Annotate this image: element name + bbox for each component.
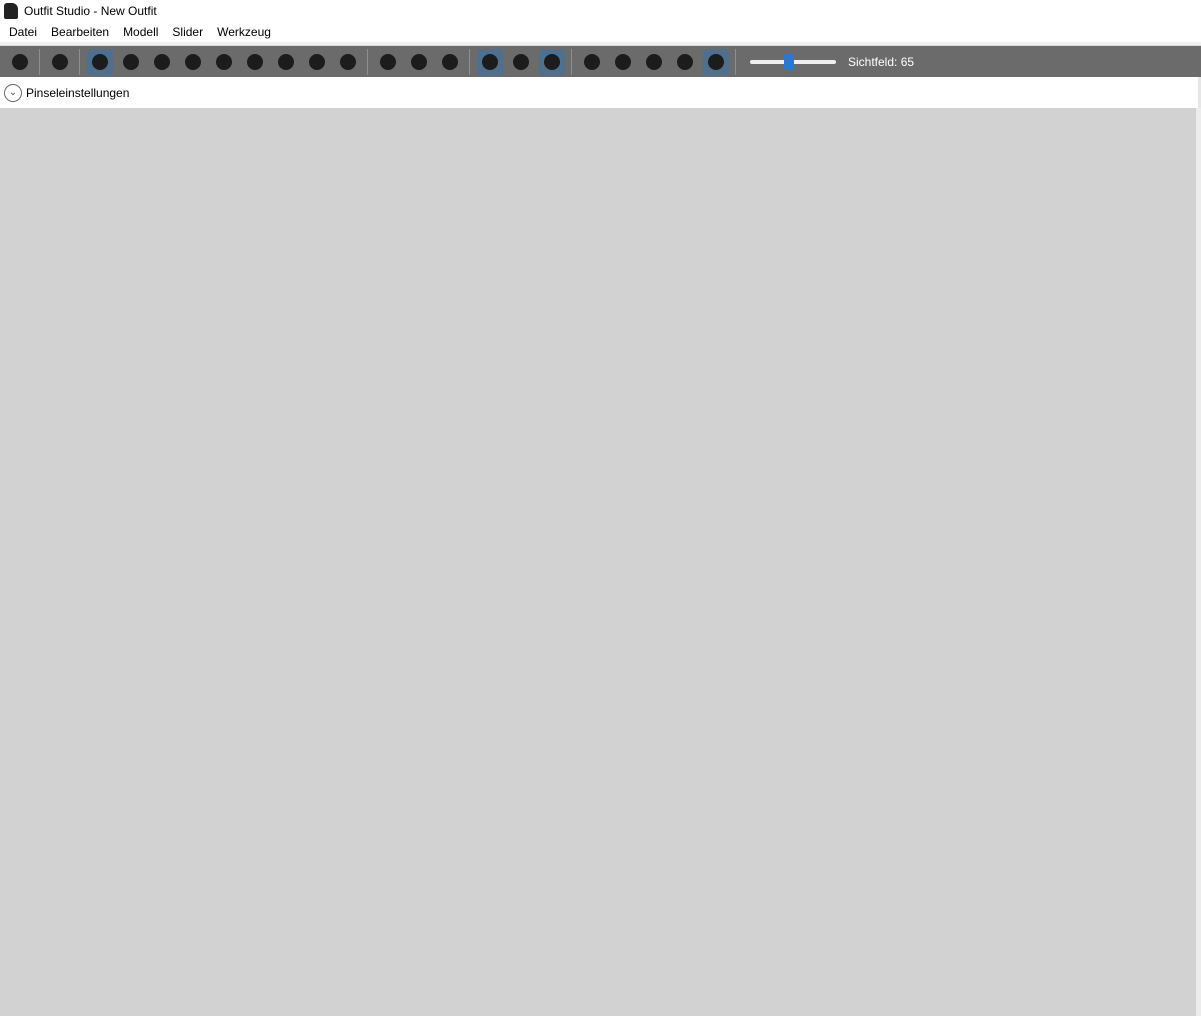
view-front-icon (583, 53, 600, 70)
fov-slider[interactable] (750, 53, 836, 70)
new-outfit-button[interactable] (7, 49, 33, 75)
toolbar-separator (735, 48, 736, 75)
brush-smooth-icon (246, 53, 263, 70)
select-rect-tool-icon (122, 53, 139, 70)
main-toolbar: Sichtfeld: 65 (0, 46, 1201, 77)
view-right-button[interactable] (672, 49, 698, 75)
toolbar-separator (367, 48, 368, 75)
title-bar: Outfit Studio - New Outfit (0, 0, 1201, 22)
toolbar-separator (571, 48, 572, 75)
select-tool-icon (91, 53, 108, 70)
mask-brush-button[interactable] (273, 49, 299, 75)
brush-mask-icon (277, 53, 294, 70)
transform-tool-icon (379, 53, 396, 70)
view-right-icon (676, 53, 693, 70)
x-mirror-icon (481, 53, 498, 70)
connected-only-icon (512, 53, 529, 70)
pivot-tool-icon (410, 53, 427, 70)
brush-move-icon (215, 53, 232, 70)
select-tool-button[interactable] (86, 48, 113, 75)
deflate-brush-button[interactable] (180, 49, 206, 75)
global-brush-button[interactable] (538, 48, 565, 75)
x-mirror-button[interactable] (476, 48, 503, 75)
view-left-button[interactable] (641, 49, 667, 75)
brush-settings-header[interactable]: ⌄ Pinseleinstellungen (0, 77, 1201, 108)
move-brush-button[interactable] (211, 49, 237, 75)
toolbar-separator (39, 48, 40, 75)
color-brush-button[interactable] (304, 49, 330, 75)
connected-only-button[interactable] (508, 49, 534, 75)
toolbar-separator (79, 48, 80, 75)
brush-color-icon (308, 53, 325, 70)
alpha-brush-button[interactable] (335, 49, 361, 75)
transform-tool-button[interactable] (375, 49, 401, 75)
view-back-icon (614, 53, 631, 70)
menu-bar: Datei Bearbeiten Modell Slider Werkzeug (0, 22, 1201, 42)
brush-alpha-icon (339, 53, 356, 70)
view-front-button[interactable] (579, 49, 605, 75)
smooth-brush-button[interactable] (242, 49, 268, 75)
view-left-icon (645, 53, 662, 70)
3d-viewport[interactable] (0, 108, 1196, 1016)
brush-deflate-icon (184, 53, 201, 70)
view-perspective-button[interactable] (702, 48, 729, 75)
view-back-button[interactable] (610, 49, 636, 75)
chevron-down-icon: ⌄ (4, 83, 22, 102)
load-reference-button[interactable] (47, 49, 73, 75)
new-outfit-icon (11, 53, 28, 70)
view-perspective-icon (707, 53, 724, 70)
brush-inflate-icon (153, 53, 170, 70)
weight-brush-icon (441, 53, 458, 70)
menu-file[interactable]: Datei (2, 25, 44, 39)
load-reference-icon (51, 53, 68, 70)
pivot-tool-button[interactable] (406, 49, 432, 75)
brush-settings-label: Pinseleinstellungen (26, 85, 130, 100)
weight-brush-button[interactable] (437, 49, 463, 75)
fov-label: Sichtfeld: 65 (848, 54, 915, 69)
app-logo-icon (4, 3, 18, 19)
select-rect-button[interactable] (118, 49, 144, 75)
menu-slider[interactable]: Slider (165, 25, 210, 39)
toolbar-separator (469, 48, 470, 75)
menu-tools[interactable]: Werkzeug (210, 25, 278, 39)
menu-edit[interactable]: Bearbeiten (44, 25, 116, 39)
inflate-brush-button[interactable] (149, 49, 175, 75)
menu-model[interactable]: Modell (116, 25, 165, 39)
viewport-edge (1196, 108, 1201, 1016)
global-brush-icon (543, 53, 560, 70)
window-title: Outfit Studio - New Outfit (24, 4, 157, 18)
fov-slider-thumb[interactable] (784, 53, 794, 70)
